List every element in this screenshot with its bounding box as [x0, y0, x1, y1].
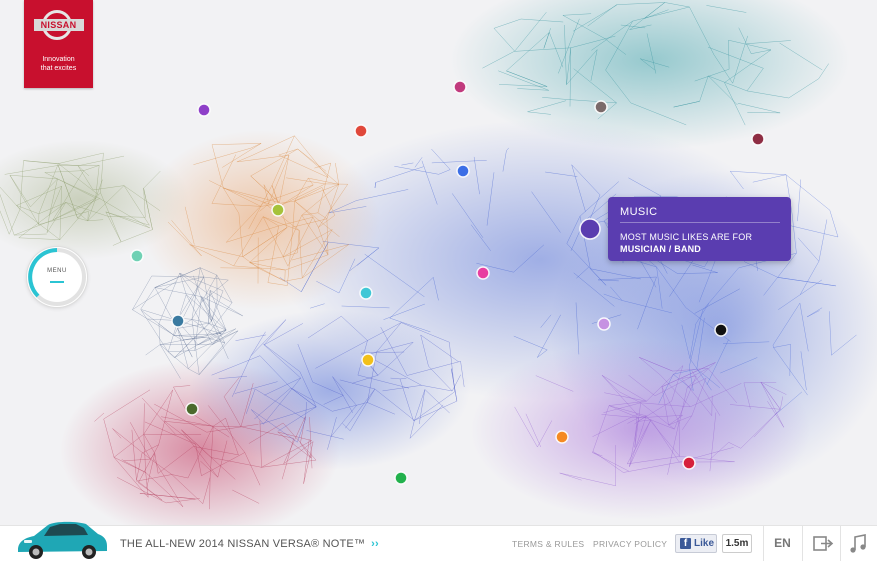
tooltip-line-2: MUSICIAN / BAND — [620, 243, 752, 255]
facebook-like-label: Like — [694, 538, 714, 549]
network-visualization[interactable] — [0, 0, 877, 525]
tooltip-title: MUSIC — [620, 206, 657, 218]
facebook-icon: f — [680, 538, 691, 549]
footer-divider — [802, 526, 803, 561]
promo-arrows: ›› — [371, 538, 379, 550]
exit-icon[interactable] — [804, 526, 840, 561]
node-lavender[interactable] — [598, 318, 610, 330]
node-cyan[interactable] — [360, 287, 372, 299]
node-gray[interactable] — [595, 101, 607, 113]
facebook-like-button[interactable]: f Like — [675, 534, 717, 553]
node-blue[interactable] — [457, 165, 469, 177]
promo-text: THE ALL-NEW 2014 NISSAN VERSA® NOTE™ — [120, 538, 365, 550]
node-olive[interactable] — [186, 403, 198, 415]
node-orange[interactable] — [556, 431, 568, 443]
footer-bar: THE ALL-NEW 2014 NISSAN VERSA® NOTE™ ›› T… — [0, 525, 877, 561]
node-pink[interactable] — [477, 267, 489, 279]
node-music[interactable] — [580, 219, 600, 239]
facebook-like-count: 1.5m — [722, 534, 752, 553]
tooltip-divider — [620, 222, 780, 223]
node-black[interactable] — [715, 324, 727, 336]
nissan-logo[interactable]: NISSAN Innovation that excites — [24, 0, 93, 88]
music-icon[interactable] — [841, 526, 877, 561]
language-selector[interactable]: EN — [763, 536, 802, 550]
tagline-line-2: that excites — [24, 64, 93, 73]
menu-progress-arc-icon — [27, 247, 87, 307]
node-red[interactable] — [355, 125, 367, 137]
menu-underline — [50, 281, 64, 283]
tooltip-line-1: MOST MUSIC LIKES ARE FOR — [620, 231, 752, 243]
brand-tagline: Innovation that excites — [24, 55, 93, 73]
node-crimson[interactable] — [683, 457, 695, 469]
car-icon[interactable] — [14, 516, 110, 560]
node-maroon[interactable] — [752, 133, 764, 145]
music-tooltip: MUSIC MOST MUSIC LIKES ARE FOR MUSICIAN … — [608, 197, 791, 261]
tagline-line-1: Innovation — [24, 55, 93, 64]
node-mint[interactable] — [131, 250, 143, 262]
node-yellow[interactable] — [362, 354, 374, 366]
node-purple[interactable] — [198, 104, 210, 116]
node-magenta[interactable] — [454, 81, 466, 93]
node-lime[interactable] — [272, 204, 284, 216]
privacy-link[interactable]: PRIVACY POLICY — [593, 539, 667, 549]
menu-button[interactable]: MENU — [27, 247, 87, 307]
terms-link[interactable]: TERMS & RULES — [512, 539, 584, 549]
tooltip-text: MOST MUSIC LIKES ARE FOR MUSICIAN / BAND — [620, 231, 752, 255]
brand-name: NISSAN — [34, 19, 84, 31]
menu-label: MENU — [27, 268, 87, 274]
node-steel[interactable] — [172, 315, 184, 327]
promo-link[interactable]: THE ALL-NEW 2014 NISSAN VERSA® NOTE™ ›› — [120, 538, 379, 550]
node-green[interactable] — [395, 472, 407, 484]
nissan-badge-icon: NISSAN — [34, 10, 84, 40]
